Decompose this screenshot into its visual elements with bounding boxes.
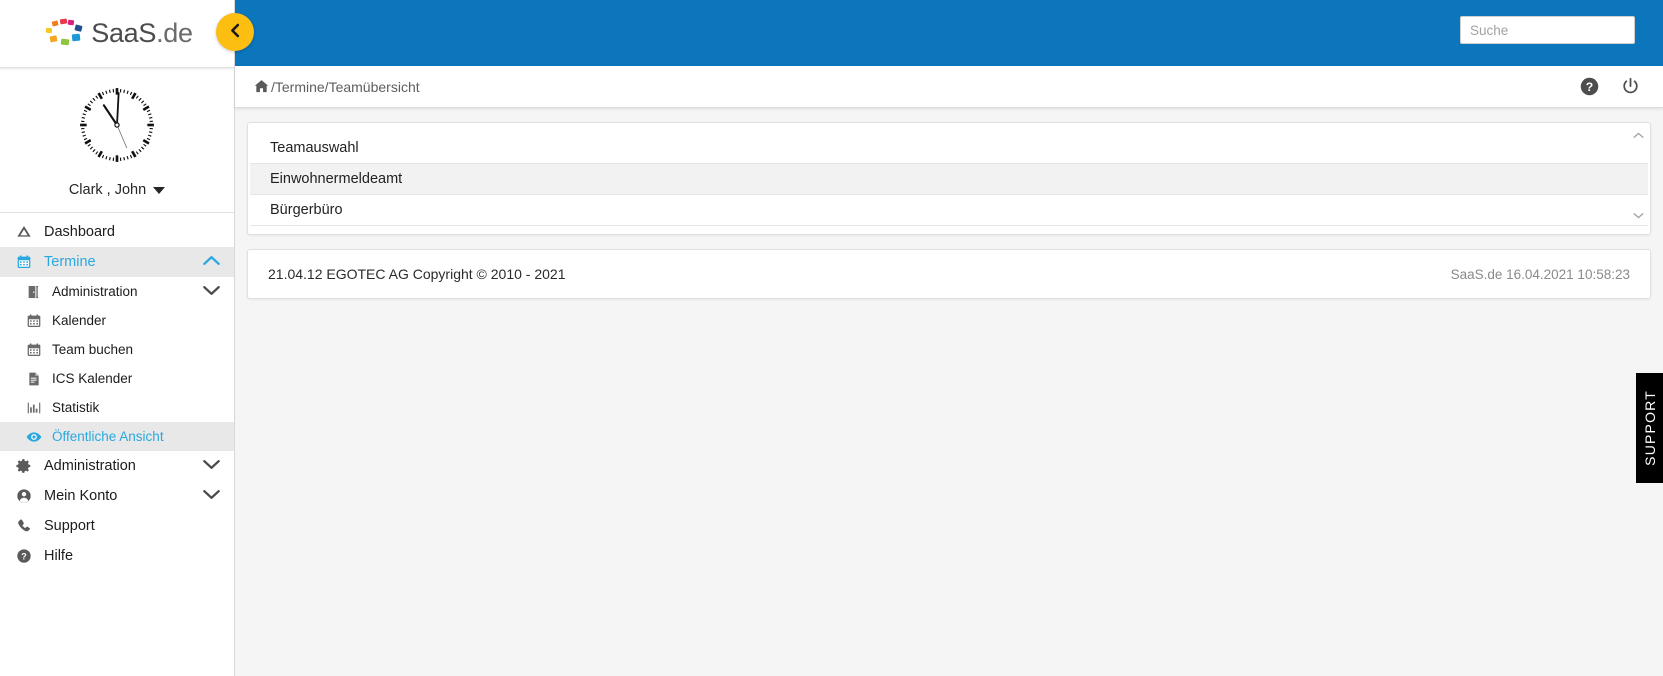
team-list: Teamauswahl Einwohnermeldeamt Bürgerbüro: [248, 133, 1650, 226]
scroll-down-icon[interactable]: [1633, 207, 1644, 223]
chevron-down-icon[interactable]: [203, 488, 220, 504]
user-circle-icon: [16, 488, 38, 504]
footer-copyright: 21.04.12 EGOTEC AG Copyright © 2010 - 20…: [268, 266, 566, 282]
sidebar-item-label: Kalender: [52, 313, 107, 328]
team-list-item[interactable]: Einwohnermeldeamt: [250, 164, 1648, 195]
chart-bar-icon: [26, 400, 46, 416]
sidebar-item-label: Administration: [44, 458, 136, 474]
sidebar-item-ffentliche-ansicht[interactable]: Öffentliche Ansicht: [0, 422, 234, 451]
footer-card: 21.04.12 EGOTEC AG Copyright © 2010 - 20…: [247, 249, 1651, 299]
sidebar-item-kalender[interactable]: Kalender: [0, 306, 234, 335]
sidebar-nav: Dashboard Termine Administration Kalender Te…: [0, 213, 234, 571]
sidebar-item-label: Hilfe: [44, 548, 74, 564]
sidebar-item-administration[interactable]: Administration: [0, 277, 234, 306]
top-header-bar: [235, 0, 1663, 66]
team-list-scrollbar[interactable]: [1631, 127, 1645, 223]
sidebar-item-label: Öffentliche Ansicht: [52, 429, 164, 444]
file-icon: [26, 371, 46, 387]
team-list-item[interactable]: Bürgerbüro: [250, 195, 1648, 226]
sidebar: SaaS.de Clark , John Dashboard Termine A…: [0, 0, 235, 676]
sidebar-item-mein-konto[interactable]: Mein Konto: [0, 481, 234, 511]
svg-text:?: ?: [1586, 80, 1593, 94]
sidebar-item-label: ICS Kalender: [52, 371, 133, 386]
help-circle-icon: ?: [16, 548, 38, 564]
sidebar-item-hilfe[interactable]: ? Hilfe: [0, 541, 234, 571]
home-icon[interactable]: [253, 78, 270, 95]
breadcrumb[interactable]: /Termine/Teamübersicht: [253, 78, 420, 95]
svg-text:?: ?: [21, 551, 27, 561]
team-list-header-label: Teamauswahl: [270, 140, 359, 156]
sidebar-item-label: Statistik: [52, 400, 100, 415]
sidebar-item-administration[interactable]: Administration: [0, 451, 234, 481]
search-input[interactable]: [1460, 16, 1635, 44]
support-tab-button[interactable]: SUPPORT: [1636, 373, 1663, 483]
breadcrumb-path: /Termine/Teamübersicht: [271, 78, 420, 95]
team-list-item-label: Einwohnermeldeamt: [270, 171, 403, 187]
sidebar-item-label: Administration: [52, 284, 138, 299]
team-list-item-label: Bürgerbüro: [270, 202, 343, 218]
sidebar-item-label: Support: [44, 518, 95, 534]
sidebar-item-statistik[interactable]: Statistik: [0, 393, 234, 422]
brand-tld: .de: [156, 18, 193, 48]
profile-block: Clark , John: [0, 68, 234, 213]
calendar-icon: [26, 313, 46, 329]
power-icon[interactable]: [1620, 76, 1641, 97]
sidebar-item-label: Mein Konto: [44, 488, 118, 504]
door-icon: [26, 284, 46, 300]
dashboard-icon: [16, 224, 38, 240]
team-list-header: Teamauswahl: [250, 133, 1648, 164]
chevron-down-icon[interactable]: [203, 284, 220, 299]
gear-icon: [16, 458, 38, 474]
calendar-icon: [26, 342, 46, 358]
sidebar-item-team-buchen[interactable]: Team buchen: [0, 335, 234, 364]
breadcrumb-actions: ?: [1579, 76, 1641, 97]
profile-name-label: Clark , John: [68, 182, 147, 198]
sidebar-item-ics-kalender[interactable]: ICS Kalender: [0, 364, 234, 393]
sidebar-item-support[interactable]: Support: [0, 511, 234, 541]
saas-logo-icon: [41, 17, 87, 51]
brand-logo[interactable]: SaaS.de: [0, 0, 234, 68]
chevron-up-icon[interactable]: [203, 254, 220, 270]
chevron-left-icon: [226, 21, 245, 43]
sidebar-item-label: Termine: [44, 254, 96, 270]
calendar-icon: [16, 254, 38, 270]
breadcrumb-bar: /Termine/Teamübersicht ?: [235, 66, 1663, 108]
sidebar-collapse-button[interactable]: [216, 13, 254, 51]
sidebar-item-label: Team buchen: [52, 342, 134, 357]
sidebar-item-label: Dashboard: [44, 224, 115, 240]
phone-icon: [16, 518, 38, 534]
help-icon[interactable]: ?: [1579, 76, 1600, 97]
team-selection-panel: Teamauswahl Einwohnermeldeamt Bürgerbüro: [247, 122, 1651, 235]
main-content: Teamauswahl Einwohnermeldeamt Bürgerbüro 2…: [235, 108, 1663, 676]
brand-name: SaaS.de: [91, 18, 193, 49]
scroll-up-icon[interactable]: [1633, 127, 1644, 143]
chevron-down-icon[interactable]: [203, 458, 220, 474]
sidebar-item-dashboard[interactable]: Dashboard: [0, 217, 234, 247]
profile-menu[interactable]: Clark , John: [68, 182, 166, 198]
footer-timestamp: SaaS.de 16.04.2021 10:58:23: [1450, 266, 1630, 282]
analog-clock-icon: [76, 84, 158, 166]
support-tab-label: SUPPORT: [1641, 390, 1658, 466]
sidebar-item-termine[interactable]: Termine: [0, 247, 234, 277]
brand-name-text: SaaS: [91, 18, 157, 48]
eye-icon: [26, 429, 46, 445]
app-root: SaaS.de Clark , John Dashboard Termine A…: [0, 0, 1663, 676]
chevron-down-icon: [153, 186, 166, 194]
